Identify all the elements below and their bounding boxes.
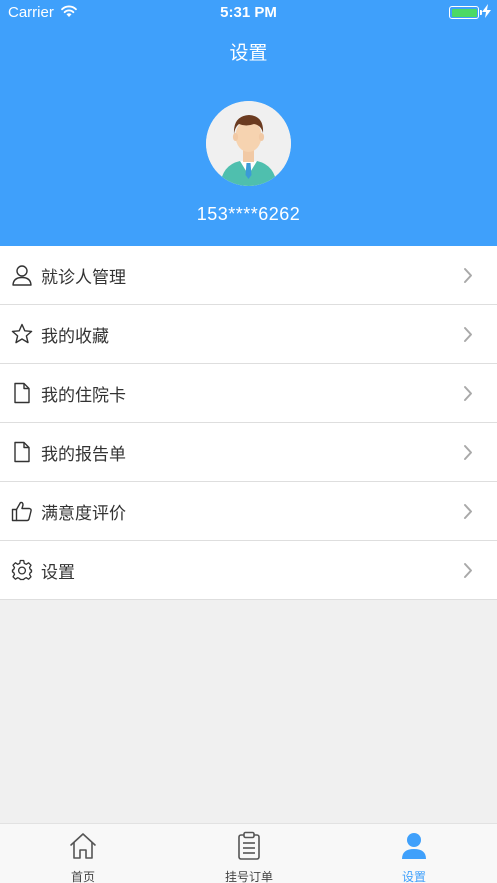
- chevron-right-icon: [464, 504, 472, 519]
- menu-item-satisfaction[interactable]: 满意度评价: [0, 482, 497, 541]
- tab-orders[interactable]: 挂号订单: [166, 824, 332, 883]
- menu-item-label: 我的收藏: [41, 327, 109, 347]
- menu-item-patient-management[interactable]: 就诊人管理: [0, 246, 497, 305]
- menu-item-settings[interactable]: 设置: [0, 541, 497, 600]
- page-title: 设置: [229, 42, 268, 64]
- thumbs-up-icon: [11, 501, 32, 522]
- charging-icon: [482, 4, 491, 18]
- menu-item-reports[interactable]: 我的报告单: [0, 423, 497, 482]
- chevron-right-icon: [464, 445, 472, 460]
- battery-icon: [449, 6, 482, 19]
- status-bar: Carrier 5:31 PM: [0, 0, 497, 26]
- avatar-illustration: [206, 101, 291, 186]
- profile-header: Carrier 5:31 PM 设置 153****6262: [0, 0, 497, 246]
- phone-number: 153****6262: [196, 204, 301, 224]
- clock: 5:31 PM: [220, 4, 277, 21]
- tab-label: 设置: [401, 870, 426, 883]
- chevron-right-icon: [464, 386, 472, 401]
- person-icon: [402, 833, 426, 859]
- chevron-right-icon: [464, 327, 472, 342]
- gear-icon: [11, 559, 33, 581]
- tab-settings[interactable]: 设置: [331, 824, 497, 883]
- chevron-right-icon: [464, 268, 472, 283]
- menu-item-label: 我的报告单: [41, 445, 126, 465]
- menu-item-hospital-card[interactable]: 我的住院卡: [0, 364, 497, 423]
- clipboard-icon: [238, 831, 260, 860]
- home-icon: [70, 833, 96, 859]
- star-icon: [11, 323, 33, 344]
- menu-item-label: 满意度评价: [41, 504, 126, 524]
- menu-item-label: 我的住院卡: [41, 386, 126, 406]
- menu-item-label: 设置: [41, 563, 75, 583]
- tab-label: 首页: [70, 870, 95, 883]
- tab-label: 挂号订单: [224, 870, 273, 883]
- chevron-right-icon: [464, 563, 472, 578]
- tab-bar: 首页 挂号订单 设置: [0, 823, 497, 883]
- document-icon: [14, 382, 30, 404]
- menu-item-favorites[interactable]: 我的收藏: [0, 305, 497, 364]
- user-icon: [12, 265, 32, 286]
- tab-home[interactable]: 首页: [0, 824, 166, 883]
- menu-item-label: 就诊人管理: [41, 268, 126, 288]
- avatar[interactable]: [206, 101, 291, 186]
- document-icon: [14, 441, 30, 463]
- settings-menu: 就诊人管理 我的收藏 我的住院卡 我的报告单 满意度评价 设置: [0, 246, 497, 600]
